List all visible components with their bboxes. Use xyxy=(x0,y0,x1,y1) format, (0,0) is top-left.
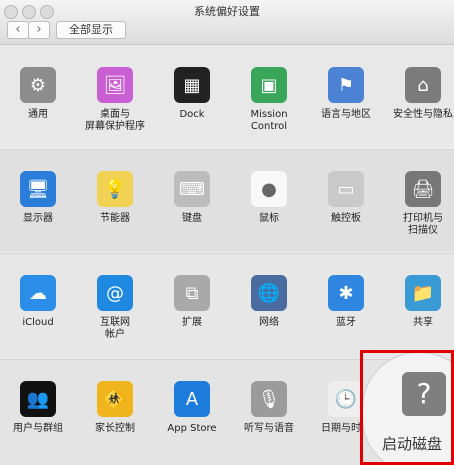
desktop-screensaver-label: 桌面与 屏幕保护程序 xyxy=(85,109,145,132)
mission-control-icon[interactable]: ▣ xyxy=(251,67,287,103)
extensions-label: 扩展 xyxy=(182,317,202,328)
pane-internet-accounts[interactable]: @ 互联网 帐户 xyxy=(79,253,151,341)
window-title: 系统偏好设置 xyxy=(194,5,260,18)
pane-security-privacy[interactable]: ⌂ 安全性与隐私 xyxy=(387,45,454,133)
general-label: 通用 xyxy=(28,109,48,120)
show-all-button[interactable]: 全部显示 xyxy=(56,21,126,39)
parental-controls-icon[interactable]: 🚸 xyxy=(97,381,133,417)
pane-sharing[interactable]: 📁 共享 xyxy=(387,253,454,341)
pane-parental-controls[interactable]: 🚸 家长控制 xyxy=(79,359,151,447)
printers-scanners-label: 打印机与 扫描仪 xyxy=(403,213,443,236)
parental-controls-label: 家长控制 xyxy=(95,423,135,434)
pane-extensions[interactable]: ⧉ 扩展 xyxy=(156,253,228,341)
keyboard-icon[interactable]: ⌨ xyxy=(174,171,210,207)
pane-keyboard[interactable]: ⌨ 键盘 xyxy=(156,149,228,237)
displays-label: 显示器 xyxy=(23,213,53,224)
titlebar: 系统偏好设置 ‹ › 全部显示 xyxy=(0,0,454,45)
energy-saver-icon[interactable]: 💡 xyxy=(97,171,133,207)
pane-dictation-speech[interactable]: 🎙 听写与语音 xyxy=(233,359,305,447)
startup-disk-highlight xyxy=(360,350,454,465)
mouse-label: 鼠标 xyxy=(259,213,279,224)
internet-accounts-icon[interactable]: @ xyxy=(97,275,133,311)
pane-general[interactable]: ⚙ 通用 xyxy=(2,45,74,133)
icloud-icon[interactable]: ☁ xyxy=(20,275,56,311)
back-button[interactable]: ‹ xyxy=(7,21,29,39)
pane-displays[interactable]: 🖥 显示器 xyxy=(2,149,74,237)
general-icon[interactable]: ⚙ xyxy=(20,67,56,103)
users-groups-icon[interactable]: 👥 xyxy=(20,381,56,417)
date-time-icon[interactable]: 🕒 xyxy=(328,381,364,417)
pane-language-region[interactable]: ⚑ 语言与地区 xyxy=(310,45,382,133)
pane-mouse[interactable]: ● 鼠标 xyxy=(233,149,305,237)
network-label: 网络 xyxy=(259,317,279,328)
trackpad-label: 触控板 xyxy=(331,213,361,224)
sharing-icon[interactable]: 📁 xyxy=(405,275,441,311)
internet-accounts-label: 互联网 帐户 xyxy=(100,317,130,340)
trackpad-icon[interactable]: ▭ xyxy=(328,171,364,207)
bluetooth-label: 蓝牙 xyxy=(336,317,356,328)
security-privacy-icon[interactable]: ⌂ xyxy=(405,67,441,103)
keyboard-label: 键盘 xyxy=(182,213,202,224)
language-region-label: 语言与地区 xyxy=(321,109,371,120)
users-groups-label: 用户与群组 xyxy=(13,423,63,434)
network-icon[interactable]: 🌐 xyxy=(251,275,287,311)
desktop-screensaver-icon[interactable]: 🖼 xyxy=(97,67,133,103)
language-region-icon[interactable]: ⚑ xyxy=(328,67,364,103)
sharing-label: 共享 xyxy=(413,317,433,328)
app-store-icon[interactable]: A xyxy=(174,381,210,417)
pane-desktop-screensaver[interactable]: 🖼 桌面与 屏幕保护程序 xyxy=(79,45,151,133)
system-preferences-window: 系统偏好设置 ‹ › 全部显示 ⚙ 通用 🖼 桌面与 屏幕保护程序 ▦ Dock ▣ Miss… xyxy=(0,0,454,465)
pane-dock[interactable]: ▦ Dock xyxy=(156,45,228,133)
pane-app-store[interactable]: A App Store xyxy=(156,359,228,447)
displays-icon[interactable]: 🖥 xyxy=(20,171,56,207)
mouse-icon[interactable]: ● xyxy=(251,171,287,207)
forward-button[interactable]: › xyxy=(28,21,50,39)
dictation-speech-icon[interactable]: 🎙 xyxy=(251,381,287,417)
pane-bluetooth[interactable]: ✱ 蓝牙 xyxy=(310,253,382,341)
extensions-icon[interactable]: ⧉ xyxy=(174,275,210,311)
pane-trackpad[interactable]: ▭ 触控板 xyxy=(310,149,382,237)
printers-scanners-icon[interactable]: 🖨 xyxy=(405,171,441,207)
pane-printers-scanners[interactable]: 🖨 打印机与 扫描仪 xyxy=(387,149,454,237)
pane-icloud[interactable]: ☁ iCloud xyxy=(2,253,74,341)
pane-network[interactable]: 🌐 网络 xyxy=(233,253,305,341)
bluetooth-icon[interactable]: ✱ xyxy=(328,275,364,311)
dictation-speech-label: 听写与语音 xyxy=(244,423,294,434)
mission-control-label: Mission Control xyxy=(250,109,288,132)
pane-mission-control[interactable]: ▣ Mission Control xyxy=(233,45,305,133)
icloud-label: iCloud xyxy=(22,317,54,328)
dock-label: Dock xyxy=(179,109,205,120)
pane-users-groups[interactable]: 👥 用户与群组 xyxy=(2,359,74,447)
pane-energy-saver[interactable]: 💡 节能器 xyxy=(79,149,151,237)
dock-icon[interactable]: ▦ xyxy=(174,67,210,103)
energy-saver-label: 节能器 xyxy=(100,213,130,224)
app-store-label: App Store xyxy=(167,423,217,434)
security-privacy-label: 安全性与隐私 xyxy=(393,109,453,120)
